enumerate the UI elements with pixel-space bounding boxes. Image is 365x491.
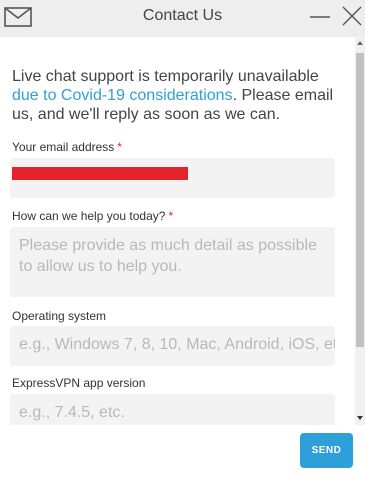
app-version-label: ExpressVPN app version: [12, 376, 145, 390]
scrollbar[interactable]: [355, 37, 365, 425]
support-notice: Live chat support is temporarily unavail…: [12, 67, 342, 124]
os-field[interactable]: e.g., Windows 7, 8, 10, Mac, Android, iO…: [10, 326, 335, 366]
os-label: Operating system: [12, 309, 106, 323]
form-scroll-area[interactable]: Live chat support is temporarily unavail…: [0, 37, 355, 425]
notice-text-start: Live chat support is temporarily unavail…: [12, 68, 319, 85]
os-label-text: Operating system: [12, 309, 107, 323]
message-label-text: How can we help you today?: [12, 209, 166, 223]
app-version-label-text: ExpressVPN app version: [12, 376, 146, 390]
required-marker: *: [168, 209, 174, 223]
scrollbar-thumb[interactable]: [356, 53, 364, 347]
os-placeholder: e.g., Windows 7, 8, 10, Mac, Android, iO…: [19, 336, 335, 353]
scroll-up-arrow-icon[interactable]: [357, 41, 363, 45]
message-textarea[interactable]: Please provide as much detail as possibl…: [10, 227, 335, 297]
dialog-header: Contact Us: [0, 0, 365, 37]
email-field[interactable]: [10, 158, 335, 198]
scroll-down-arrow-icon[interactable]: [357, 416, 363, 420]
message-label: How can we help you today? *: [12, 209, 173, 223]
minimize-icon[interactable]: [309, 6, 331, 28]
required-marker: *: [117, 140, 122, 154]
close-icon[interactable]: [340, 4, 364, 28]
redacted-email-value: [12, 167, 188, 180]
covid-link[interactable]: due to Covid-19 considerations: [12, 87, 233, 104]
app-version-field[interactable]: e.g., 7.4.5, etc.: [10, 394, 335, 425]
email-label: Your email address *: [12, 140, 122, 154]
email-label-text: Your email address: [12, 140, 115, 154]
send-button[interactable]: SEND: [300, 433, 353, 468]
app-version-placeholder: e.g., 7.4.5, etc.: [19, 404, 125, 421]
message-placeholder: Please provide as much detail as possibl…: [19, 237, 317, 275]
